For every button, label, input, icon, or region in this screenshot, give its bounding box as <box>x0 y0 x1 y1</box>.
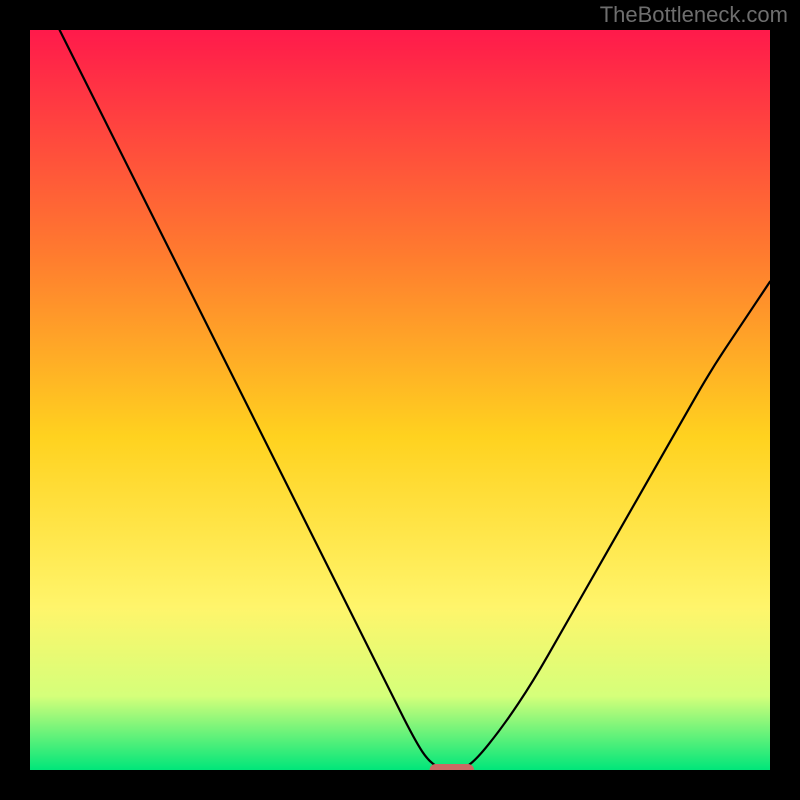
gradient-background <box>30 30 770 770</box>
attribution-label: TheBottleneck.com <box>600 2 788 28</box>
chart-frame: TheBottleneck.com <box>0 0 800 800</box>
optimal-marker <box>430 764 474 770</box>
bottleneck-plot <box>30 30 770 770</box>
